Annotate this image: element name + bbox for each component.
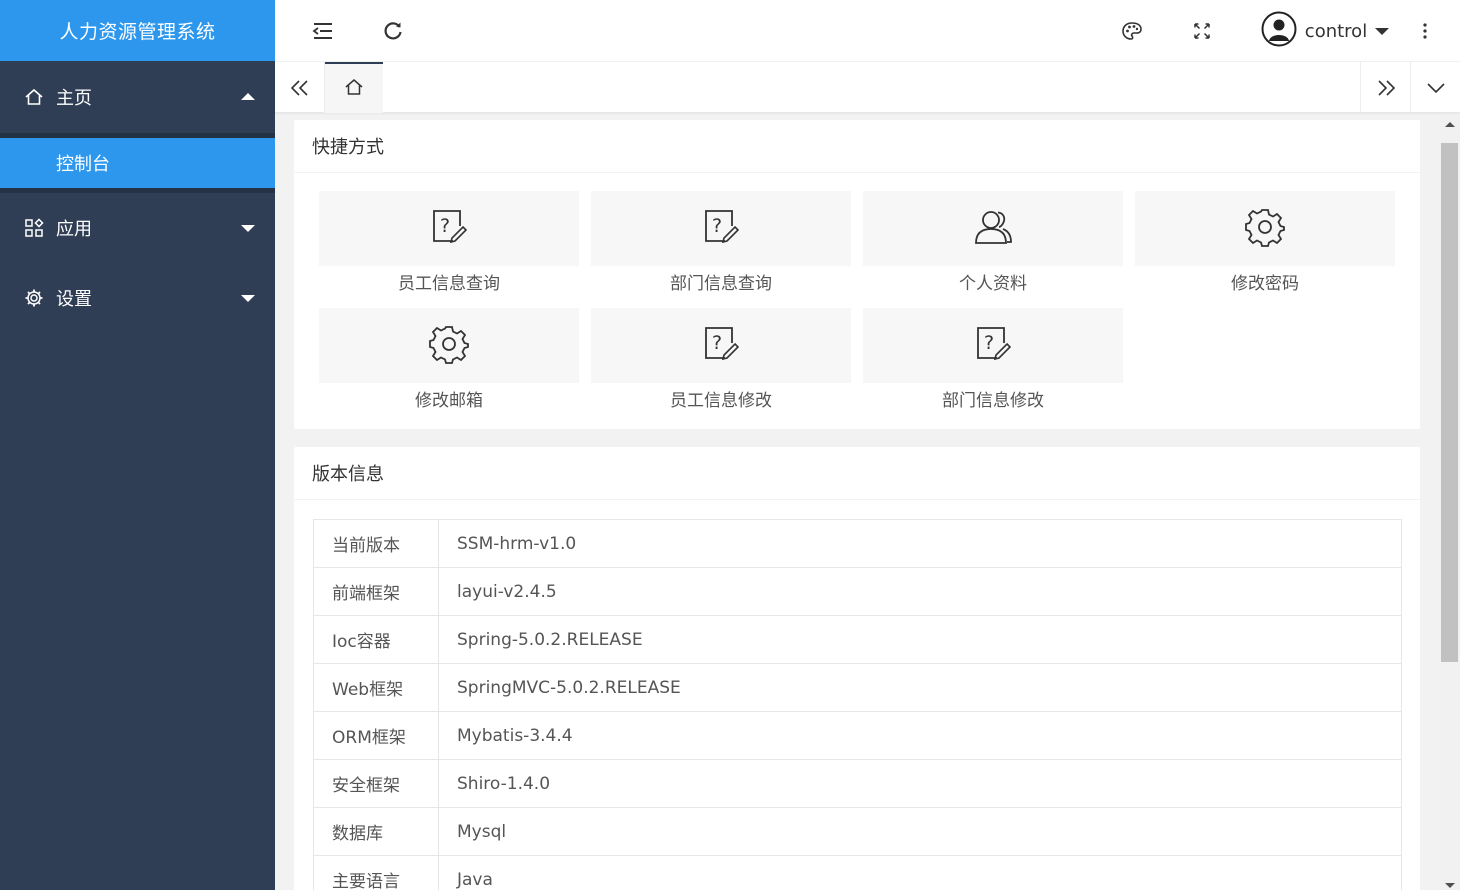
menu-fold-icon[interactable] <box>303 0 343 62</box>
refresh-icon[interactable] <box>373 0 413 62</box>
svg-text:?: ? <box>984 332 994 354</box>
version-key: Ioc容器 <box>313 615 439 664</box>
sidebar-submenu-home: 控制台 <box>0 133 275 193</box>
version-key: Web框架 <box>313 663 439 712</box>
help-edit-icon: ? <box>701 207 741 251</box>
tabs-scroll-left-icon[interactable] <box>275 62 325 113</box>
gear-icon <box>1245 207 1285 251</box>
version-key: ORM框架 <box>313 711 439 760</box>
shortcut-tile: ? <box>591 308 851 383</box>
version-value: Shiro-1.4.0 <box>438 759 1402 808</box>
sidebar-item-home[interactable]: 主页 <box>0 61 275 133</box>
gear-icon <box>24 288 44 308</box>
user-name: control <box>1304 20 1368 42</box>
apps-icon <box>24 218 44 238</box>
table-row: 安全框架 Shiro-1.4.0 <box>313 759 1402 808</box>
gear-icon <box>429 324 469 368</box>
main-content: 快捷方式 ? 员工信息查询 ? 部门信息查询 个人资料 修改密码 修改邮箱 ? … <box>294 120 1420 890</box>
shortcut-label: 部门信息修改 <box>942 391 1044 411</box>
version-value: Mysql <box>438 807 1402 856</box>
sidebar: 人力资源管理系统 主页 控制台 应用 设置 <box>0 0 275 890</box>
shortcut-tile: ? <box>591 191 851 266</box>
shortcuts-card: 快捷方式 ? 员工信息查询 ? 部门信息查询 个人资料 修改密码 修改邮箱 ? … <box>294 120 1420 429</box>
help-edit-icon: ? <box>973 324 1013 368</box>
version-value: SpringMVC-5.0.2.RELEASE <box>438 663 1402 712</box>
tab-home[interactable] <box>325 62 383 113</box>
version-title: 版本信息 <box>294 447 1420 500</box>
version-card: 版本信息 当前版本 SSM-hrm-v1.0 前端框架 layui-v2.4.5 I… <box>294 447 1420 890</box>
chevron-up-icon <box>241 93 255 100</box>
shortcut-tile <box>863 191 1123 266</box>
table-row: Ioc容器 Spring-5.0.2.RELEASE <box>313 615 1402 664</box>
shortcut-department-edit[interactable]: ? 部门信息修改 <box>863 308 1123 419</box>
sidebar-item-settings[interactable]: 设置 <box>0 263 275 333</box>
sidebar-item-label: 主页 <box>56 88 92 109</box>
version-value: SSM-hrm-v1.0 <box>438 519 1402 568</box>
tab-bar <box>275 62 1460 113</box>
shortcut-change-email[interactable]: 修改邮箱 <box>319 308 579 419</box>
home-icon <box>344 78 364 100</box>
version-key: 安全框架 <box>313 759 439 808</box>
table-row: 前端框架 layui-v2.4.5 <box>313 567 1402 616</box>
version-key: 数据库 <box>313 807 439 856</box>
shortcut-department-query[interactable]: ? 部门信息查询 <box>591 191 851 302</box>
top-header: control <box>275 0 1460 62</box>
svg-text:?: ? <box>712 332 722 354</box>
version-key: 当前版本 <box>313 519 439 568</box>
shortcut-label: 修改邮箱 <box>415 391 483 411</box>
version-table: 当前版本 SSM-hrm-v1.0 前端框架 layui-v2.4.5 Ioc容器 S… <box>313 519 1402 890</box>
sidebar-item-console[interactable]: 控制台 <box>0 138 275 188</box>
palette-icon[interactable] <box>1112 0 1152 62</box>
fullscreen-icon[interactable] <box>1182 0 1222 62</box>
tabs-dropdown-icon[interactable] <box>1410 62 1460 113</box>
shortcut-profile[interactable]: 个人资料 <box>863 191 1123 302</box>
user-menu[interactable]: control <box>1260 0 1390 62</box>
home-icon <box>24 87 44 107</box>
help-edit-icon: ? <box>429 207 469 251</box>
scroll-thumb[interactable] <box>1441 143 1458 662</box>
table-row: ORM框架 Mybatis-3.4.4 <box>313 711 1402 760</box>
shortcut-label: 员工信息查询 <box>398 274 500 294</box>
sidebar-item-label: 应用 <box>56 219 92 240</box>
table-row: 当前版本 SSM-hrm-v1.0 <box>313 519 1402 568</box>
shortcut-label: 个人资料 <box>959 274 1027 294</box>
shortcut-change-password[interactable]: 修改密码 <box>1135 191 1395 302</box>
version-value: Spring-5.0.2.RELEASE <box>438 615 1402 664</box>
help-edit-icon: ? <box>701 324 741 368</box>
sidebar-item-label: 设置 <box>56 289 92 310</box>
users-icon <box>972 207 1014 251</box>
app-logo-title[interactable]: 人力资源管理系统 <box>0 0 275 61</box>
avatar <box>1261 11 1297 51</box>
shortcut-employee-query[interactable]: ? 员工信息查询 <box>319 191 579 302</box>
version-value: Mybatis-3.4.4 <box>438 711 1402 760</box>
shortcut-tile <box>1135 191 1395 266</box>
chevron-down-icon <box>241 295 255 302</box>
shortcut-label: 部门信息查询 <box>670 274 772 294</box>
shortcut-employee-edit[interactable]: ? 员工信息修改 <box>591 308 851 419</box>
svg-text:?: ? <box>712 215 722 237</box>
version-key: 主要语言 <box>313 855 439 890</box>
version-value: layui-v2.4.5 <box>438 567 1402 616</box>
scroll-down-icon[interactable] <box>1445 883 1455 888</box>
vertical-scrollbar[interactable] <box>1440 115 1460 890</box>
shortcut-tile <box>319 308 579 383</box>
version-key: 前端框架 <box>313 567 439 616</box>
shortcut-tile: ? <box>319 191 579 266</box>
caret-down-icon <box>1375 27 1390 35</box>
shortcut-grid: ? 员工信息查询 ? 部门信息查询 个人资料 修改密码 修改邮箱 ? 员工信息修… <box>294 173 1420 429</box>
sidebar-item-apps[interactable]: 应用 <box>0 193 275 263</box>
svg-text:?: ? <box>440 215 450 237</box>
shortcut-label: 员工信息修改 <box>670 391 772 411</box>
shortcut-tile: ? <box>863 308 1123 383</box>
more-vertical-icon[interactable] <box>1405 0 1445 62</box>
tabs-scroll-right-icon[interactable] <box>1360 62 1410 113</box>
version-value: Java <box>438 855 1402 890</box>
table-row: Web框架 SpringMVC-5.0.2.RELEASE <box>313 663 1402 712</box>
table-row: 主要语言 Java <box>313 855 1402 890</box>
table-row: 数据库 Mysql <box>313 807 1402 856</box>
shortcut-label: 修改密码 <box>1231 274 1299 294</box>
shortcuts-title: 快捷方式 <box>294 120 1420 173</box>
scroll-up-icon[interactable] <box>1445 122 1455 127</box>
chevron-down-icon <box>241 225 255 232</box>
